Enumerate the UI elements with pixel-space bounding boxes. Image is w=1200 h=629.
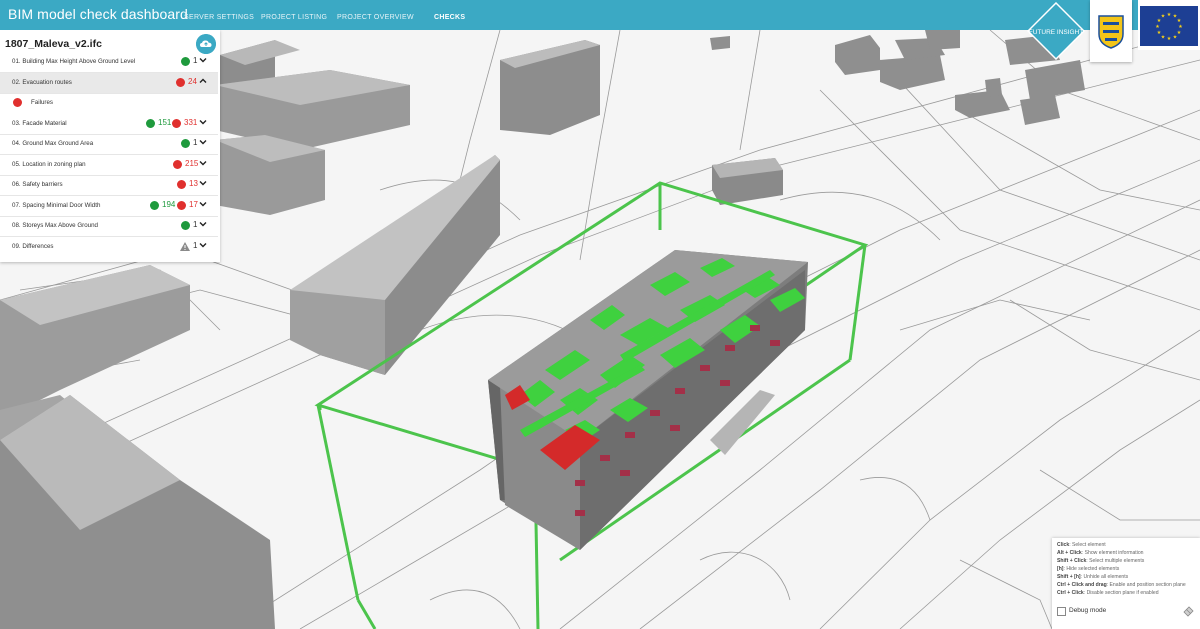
svg-text:★: ★ [1167, 12, 1172, 18]
fail-icon [13, 98, 22, 107]
nav-project-listing[interactable]: PROJECT LISTING [261, 14, 327, 21]
chevron-down-icon[interactable] [199, 220, 207, 228]
check-row-01[interactable]: 01. Building Max Height Above Ground Lev… [0, 52, 218, 73]
checks-panel: 1807_Maleva_v2.ifc 01. Building Max Heig… [0, 30, 220, 262]
svg-text:★: ★ [1167, 36, 1172, 42]
chevron-down-icon[interactable] [199, 118, 207, 126]
pass-icon [181, 139, 190, 148]
controls-help-panel: Click: Select element Alt + Click: Show … [1052, 538, 1200, 629]
check-label: 06. Safety barriers [12, 181, 63, 188]
fail-count: 215 [185, 159, 199, 168]
svg-text:★: ★ [1155, 24, 1160, 30]
help-item: Click: Select element [1057, 542, 1106, 548]
chevron-down-icon[interactable] [199, 241, 207, 249]
pass-icon [181, 57, 190, 66]
check-row-08[interactable]: 08. Storeys Max Above Ground 1 [0, 216, 218, 237]
fail-icon [177, 201, 186, 210]
fail-count: 17 [189, 200, 198, 209]
cloud-upload-button[interactable] [196, 34, 216, 54]
check-row-07[interactable]: 07. Spacing Minimal Door Width 194 17 [0, 196, 218, 217]
fail-count: 13 [189, 179, 198, 188]
future-insight-logo: FUTURE INSIGHT [1027, 2, 1085, 60]
help-item: Ctrl + Click and drag: Enable and positi… [1057, 582, 1186, 588]
check-label: 09. Differences [12, 243, 54, 250]
help-item: Shift + [h]: Unhide all elements [1057, 574, 1129, 580]
failures-label: Failures [31, 99, 54, 106]
nav-server-settings[interactable]: SERVER SETTINGS [184, 14, 254, 21]
debug-mode-label: Debug mode [1069, 607, 1107, 614]
warning-icon [180, 242, 190, 251]
chevron-down-icon[interactable] [199, 200, 207, 208]
fail-count: 24 [188, 77, 197, 86]
check-row-05[interactable]: 05. Location in zoning plan 215 [0, 155, 218, 176]
svg-text:★: ★ [1173, 35, 1178, 41]
check-row-04[interactable]: 04. Ground Max Ground Area 1 [0, 134, 218, 155]
eraser-icon[interactable] [1182, 605, 1194, 617]
failures-subrow[interactable]: Failures [0, 94, 218, 113]
fail-icon [173, 160, 182, 169]
svg-text:★: ★ [1161, 35, 1166, 41]
svg-text:★: ★ [1157, 30, 1162, 36]
fail-count: 331 [184, 118, 198, 127]
model-file-name: 1807_Maleva_v2.ifc [5, 38, 102, 50]
check-label: 04. Ground Max Ground Area [12, 140, 94, 147]
pass-count: 151 [158, 118, 172, 127]
pass-count: 1 [193, 220, 198, 229]
svg-text:★: ★ [1177, 30, 1182, 36]
help-item: Alt + Click: Show element information [1057, 550, 1144, 556]
eu-flag-logo: ★ ★ ★ ★ ★ ★ ★ ★ ★ ★ ★ ★ [1138, 0, 1200, 50]
check-label: 05. Location in zoning plan [12, 161, 86, 168]
check-row-06[interactable]: 06. Safety barriers 13 [0, 175, 218, 196]
fail-icon [172, 119, 181, 128]
pass-count: 1 [193, 56, 198, 65]
check-label: 03. Facade Material [12, 120, 67, 127]
fail-icon [176, 78, 185, 87]
check-label: 02. Evacuation routes [12, 79, 72, 86]
check-row-03[interactable]: 03. Facade Material 151 331 [0, 114, 218, 135]
nav-checks[interactable]: CHECKS [434, 14, 465, 21]
coat-of-arms-icon [1098, 15, 1124, 49]
pass-icon [146, 119, 155, 128]
svg-text:★: ★ [1161, 14, 1166, 20]
chevron-down-icon[interactable] [199, 159, 207, 167]
pass-count: 194 [162, 200, 176, 209]
estonia-coat-of-arms-logo [1090, 0, 1132, 62]
check-row-09[interactable]: 09. Differences 1 [0, 237, 218, 257]
future-insight-logo-text: FUTURE INSIGHT [1029, 29, 1084, 36]
fail-icon [177, 180, 186, 189]
chevron-down-icon[interactable] [199, 138, 207, 146]
help-item: Shift + Click: Select multiple elements [1057, 558, 1145, 564]
chevron-down-icon[interactable] [199, 56, 207, 64]
pass-icon [181, 221, 190, 230]
pass-count: 1 [193, 138, 198, 147]
pass-icon [150, 201, 159, 210]
help-item: Ctrl + Click: Disable section plane if e… [1057, 590, 1159, 596]
check-row-02[interactable]: 02. Evacuation routes 24 [0, 73, 218, 94]
check-label: 07. Spacing Minimal Door Width [12, 202, 101, 209]
check-label: 01. Building Max Height Above Ground Lev… [12, 58, 136, 65]
help-item: [h]: Hide selected elements [1057, 566, 1120, 572]
chevron-up-icon[interactable] [199, 77, 207, 85]
eu-flag-icon: ★ ★★ ★★★ ★★★ ★★★ [1140, 6, 1198, 46]
check-label: 08. Storeys Max Above Ground [12, 222, 98, 229]
nav-project-overview[interactable]: PROJECT OVERVIEW [337, 14, 414, 21]
app-title: BIM model check dashboard [8, 6, 188, 22]
chevron-down-icon[interactable] [199, 179, 207, 187]
debug-mode-checkbox[interactable] [1057, 607, 1066, 616]
warning-count: 1 [193, 241, 198, 250]
top-bar: BIM model check dashboard SERVER SETTING… [0, 0, 1200, 30]
